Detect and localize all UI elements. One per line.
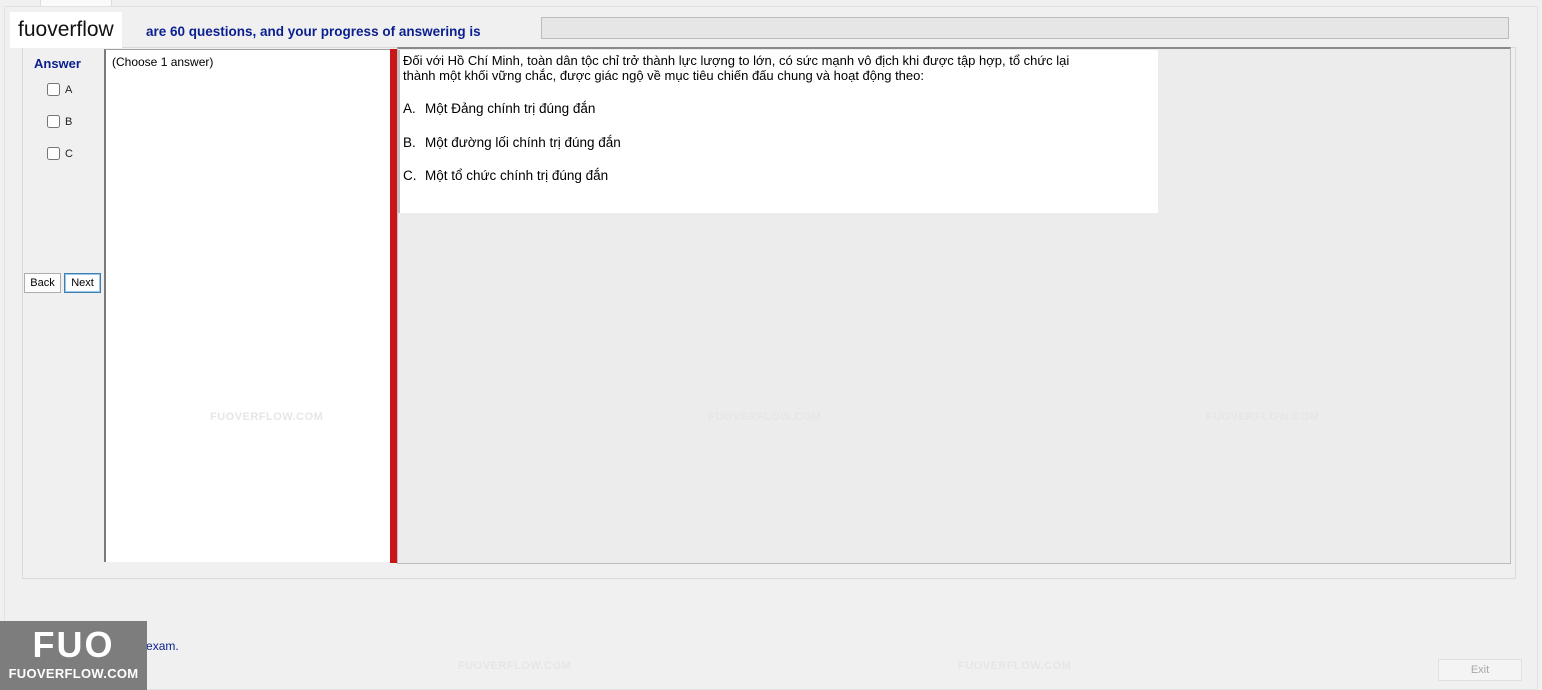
brand-logo-mark: FUO [32, 624, 115, 665]
question-option-b: B. Một đường lối chính trị đúng đắn [403, 135, 621, 150]
watermark-text: FUOVERFLOW.COM [958, 660, 1072, 672]
answer-option-label: A [65, 83, 73, 96]
next-button[interactable]: Next [64, 273, 101, 293]
question-box: Đối với Hồ Chí Minh, toàn dân tộc chỉ tr… [398, 50, 1158, 213]
option-text: Một tổ chức chính trị đúng đắn [425, 168, 609, 183]
option-text: Một đường lối chính trị đúng đắn [425, 135, 621, 150]
choose-hint: (Choose 1 answer) [112, 55, 214, 69]
answer-option-a[interactable]: A [47, 83, 72, 96]
watermark-text: FUOVERFLOW.COM [210, 411, 324, 423]
answer-title: Answer [34, 56, 81, 71]
answer-option-label: C [65, 147, 73, 160]
watermark-text: FUOVERFLOW.COM [708, 411, 822, 423]
answer-checkbox-b[interactable] [47, 115, 60, 128]
brand-logo-url: FUOVERFLOW.COM [8, 666, 139, 681]
answer-checkbox-a[interactable] [47, 83, 60, 96]
option-letter: B. [403, 135, 416, 150]
answer-checkbox-c[interactable] [47, 147, 60, 160]
exit-button[interactable]: Exit [1438, 659, 1522, 681]
brand-logo: FUO FUOVERFLOW.COM [0, 621, 147, 690]
answer-option-b[interactable]: B [47, 115, 72, 128]
watermark-text: FUOVERFLOW.COM [458, 660, 572, 672]
watermark-text: FUOVERFLOW.COM [1206, 411, 1320, 423]
answer-option-label: B [65, 115, 73, 128]
answer-option-c[interactable]: C [47, 147, 73, 160]
option-letter: C. [403, 168, 417, 183]
question-text: Đối với Hồ Chí Minh, toàn dân tộc chỉ tr… [403, 53, 1070, 83]
back-button[interactable]: Back [24, 273, 61, 293]
option-text: Một Đảng chính trị đúng đắn [425, 101, 596, 116]
site-logo-text: fuoverflow [10, 12, 122, 48]
question-option-c: C. Một tổ chức chính trị đúng đắn [403, 168, 608, 183]
progress-bar [541, 17, 1509, 39]
choose-hint-panel: (Choose 1 answer) [104, 49, 392, 562]
option-letter: A. [403, 101, 416, 116]
question-option-a: A. Một Đảng chính trị đúng đắn [403, 101, 595, 116]
progress-label: are 60 questions, and your progress of a… [146, 24, 481, 39]
panel-splitter[interactable] [390, 49, 397, 563]
